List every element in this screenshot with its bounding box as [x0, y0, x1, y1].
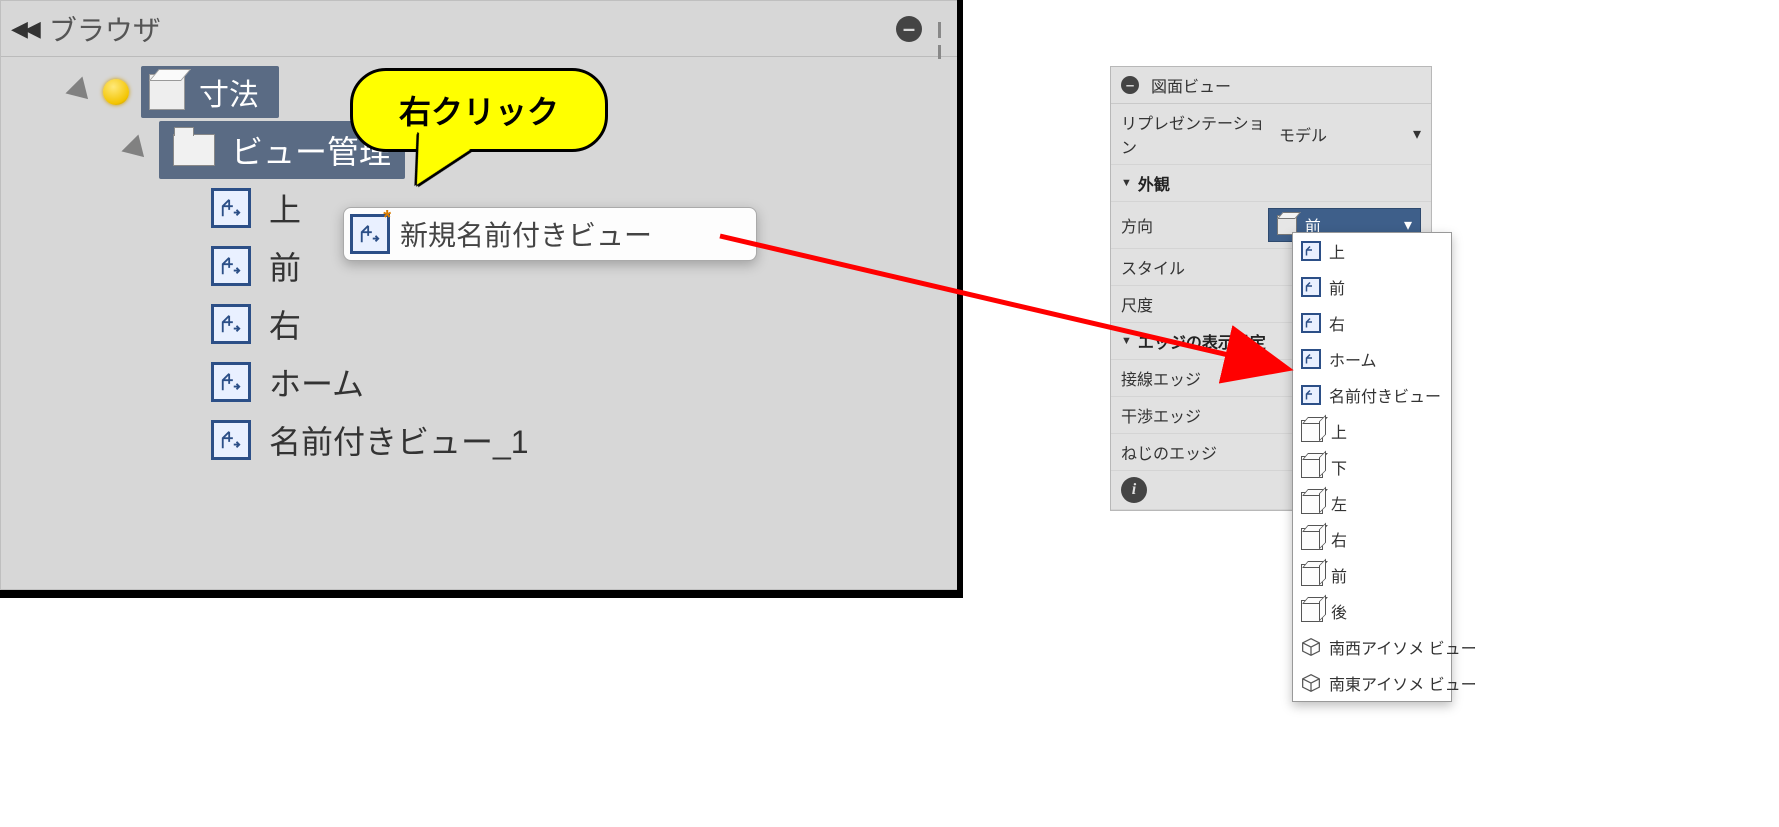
context-menu-item-new-named-view[interactable]: 新規名前付きビュー: [400, 214, 652, 254]
tree-label-dimension: 寸法: [195, 70, 259, 114]
dd-label: 右: [1329, 311, 1345, 335]
tree-view-label: ホーム: [263, 359, 364, 405]
collapse-icon[interactable]: –: [1121, 76, 1139, 94]
browser-header: ◀◀ ブラウザ –: [1, 1, 962, 57]
dd-label: 上: [1329, 239, 1345, 263]
rewind-icon[interactable]: ◀◀: [11, 16, 37, 42]
label-scale: 尺度: [1121, 292, 1271, 316]
dd-label: ホーム: [1329, 347, 1377, 371]
dd-item-iso-sw[interactable]: 南西アイソメ ビュー: [1293, 629, 1451, 665]
dd-item-front[interactable]: 前: [1293, 269, 1451, 305]
info-icon[interactable]: i: [1121, 477, 1147, 503]
row-representation: リプレゼンテーション モデル▾: [1111, 104, 1431, 165]
view-icon: [1301, 277, 1321, 297]
new-named-view-icon: [350, 214, 390, 254]
dd-item-top[interactable]: 上: [1293, 233, 1451, 269]
dd-label: 前: [1329, 275, 1345, 299]
tree-view-label: 右: [263, 301, 301, 347]
dd-label: 名前付きビュー: [1329, 383, 1441, 407]
dd-label: 後: [1331, 599, 1347, 623]
callout-right-click: 右クリック: [350, 68, 608, 152]
dd-item-right[interactable]: 右: [1293, 305, 1451, 341]
direction-dropdown: 上 前 右 ホーム 名前付きビュー 上 下 左 右 前 後: [1292, 232, 1452, 702]
dd-item-wire-right[interactable]: 右: [1293, 521, 1451, 557]
view-icon: [211, 246, 251, 286]
dd-item-wire-left[interactable]: 左: [1293, 485, 1451, 521]
wire-cube-icon: [1301, 564, 1323, 586]
view-icon: [211, 304, 251, 344]
view-icon: [211, 420, 251, 460]
iso-cube-icon: [1301, 673, 1321, 693]
wire-cube-icon: [1301, 420, 1323, 442]
dd-item-home[interactable]: ホーム: [1293, 341, 1451, 377]
tree-view-label: 前: [263, 243, 301, 289]
label-representation: リプレゼンテーション: [1121, 110, 1271, 158]
label-direction: 方向: [1121, 213, 1260, 237]
dd-label: 南東アイソメ ビュー: [1329, 671, 1477, 695]
dd-label: 上: [1331, 419, 1347, 443]
panel-border: [0, 590, 963, 598]
dd-item-wire-front[interactable]: 前: [1293, 557, 1451, 593]
wire-cube-icon: [1301, 600, 1323, 622]
context-menu: 新規名前付きビュー: [343, 207, 757, 261]
label-thread-edge: ねじのエッジ: [1121, 440, 1271, 464]
dd-label: 左: [1331, 491, 1347, 515]
label-tangent-edge: 接線エッジ: [1121, 366, 1271, 390]
folder-icon: [173, 134, 215, 166]
bulb-icon: [103, 79, 129, 105]
expand-icon[interactable]: [121, 134, 152, 165]
tree-row-view-home[interactable]: ホーム: [11, 353, 962, 411]
tree-row-view-named1[interactable]: 名前付きビュー_1: [11, 411, 962, 469]
tree-view-label: 上: [263, 185, 301, 231]
dd-item-wire-top[interactable]: 上: [1293, 413, 1451, 449]
browser-title: ブラウザ: [49, 9, 884, 49]
grip-icon[interactable]: [938, 22, 952, 36]
view-icon: [211, 188, 251, 228]
dd-item-iso-se[interactable]: 南東アイソメ ビュー: [1293, 665, 1451, 701]
tree-row-view-right[interactable]: 右: [11, 295, 962, 353]
view-icon: [1301, 313, 1321, 333]
dd-item-wire-bottom[interactable]: 下: [1293, 449, 1451, 485]
minimize-icon[interactable]: –: [896, 16, 922, 42]
tree-view-label: 名前付きビュー_1: [263, 417, 529, 463]
view-icon: [1301, 385, 1321, 405]
drawing-view-header: – 図面ビュー: [1111, 67, 1431, 104]
label-interference-edge: 干渉エッジ: [1121, 403, 1271, 427]
expand-icon[interactable]: [65, 76, 96, 107]
view-icon: [1301, 241, 1321, 261]
dd-label: 前: [1331, 563, 1347, 587]
section-appearance[interactable]: 外観: [1111, 165, 1431, 202]
iso-cube-icon: [1301, 637, 1321, 657]
cube-icon: [149, 74, 185, 110]
label-style: スタイル: [1121, 255, 1271, 279]
panel-border: [957, 0, 963, 598]
dd-item-named-view[interactable]: 名前付きビュー: [1293, 377, 1451, 413]
select-representation[interactable]: モデル▾: [1279, 122, 1421, 146]
wire-cube-icon: [1301, 456, 1323, 478]
drawing-view-title: 図面ビュー: [1151, 73, 1231, 97]
dd-label: 南西アイソメ ビュー: [1329, 635, 1477, 659]
callout-label: 右クリック: [399, 94, 559, 130]
view-icon: [211, 362, 251, 402]
dd-item-wire-back[interactable]: 後: [1293, 593, 1451, 629]
view-icon: [1301, 349, 1321, 369]
dd-label: 右: [1331, 527, 1347, 551]
wire-cube-icon: [1301, 492, 1323, 514]
wire-cube-icon: [1301, 528, 1323, 550]
dd-label: 下: [1331, 455, 1347, 479]
